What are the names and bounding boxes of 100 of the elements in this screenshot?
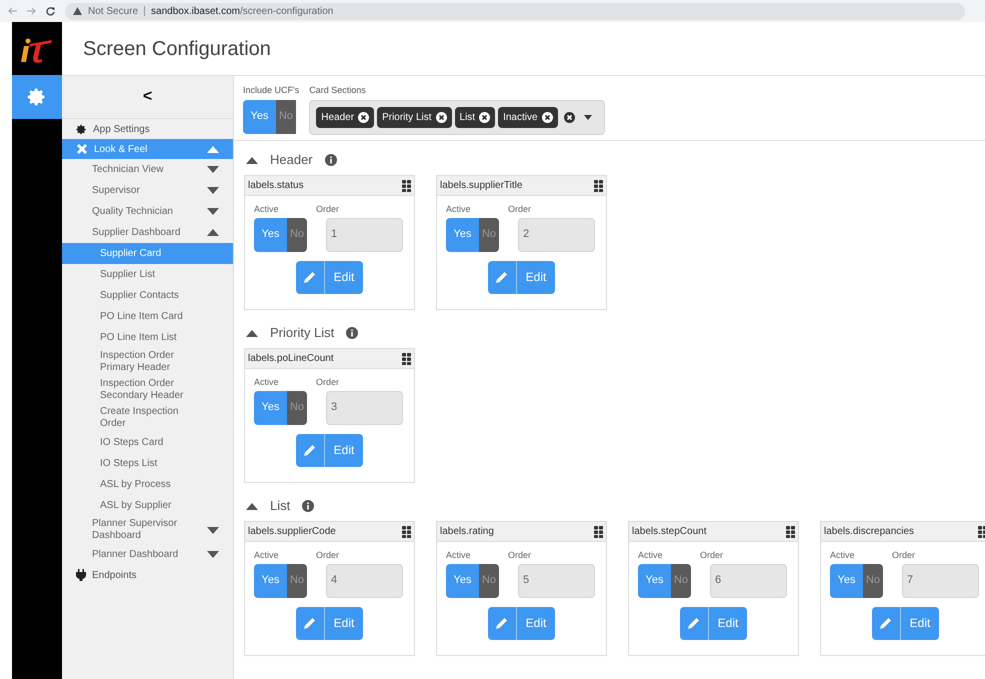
order-field[interactable]: 2 bbox=[518, 218, 595, 252]
address-bar[interactable]: Not Secure sandbox.ibaset.com/screen-configuration bbox=[65, 2, 965, 20]
active-label: Active bbox=[446, 203, 472, 216]
reload-icon[interactable] bbox=[46, 6, 55, 16]
active-label: Active bbox=[446, 549, 472, 562]
sidebar-item[interactable]: Supplier Contacts bbox=[62, 285, 233, 306]
caret-icon[interactable] bbox=[246, 156, 258, 164]
section-title: Header bbox=[270, 151, 313, 170]
drag-handle-icon[interactable] bbox=[402, 352, 411, 364]
sidebar-item[interactable]: PO Line Item List bbox=[62, 327, 233, 348]
edit-button[interactable]: Edit bbox=[296, 434, 363, 466]
order-field[interactable]: 7 bbox=[902, 564, 979, 598]
settings-tab[interactable] bbox=[12, 75, 62, 119]
caret-icon[interactable] bbox=[207, 229, 219, 236]
sidebar-item[interactable]: Endpoints bbox=[62, 565, 233, 585]
drag-handle-icon[interactable] bbox=[402, 526, 411, 538]
edit-button[interactable]: Edit bbox=[296, 260, 363, 294]
sidebar-item[interactable]: IO Steps Card bbox=[62, 432, 233, 453]
info-icon[interactable] bbox=[324, 154, 337, 166]
section-chip[interactable]: List bbox=[454, 106, 496, 128]
active-label: Active bbox=[254, 376, 280, 389]
sidebar-item[interactable]: App Settings bbox=[62, 119, 233, 139]
pencil-icon bbox=[880, 617, 892, 629]
collapse-button[interactable]: < bbox=[142, 85, 152, 109]
order-label: Order bbox=[700, 549, 724, 562]
order-field[interactable]: 3 bbox=[326, 390, 403, 424]
sidebar-item[interactable]: ASL by Supplier bbox=[62, 495, 233, 516]
sidebar-item[interactable]: Create Inspection Order bbox=[62, 404, 233, 432]
drag-handle-icon[interactable] bbox=[594, 180, 603, 192]
pencil-icon bbox=[688, 617, 700, 629]
drag-handle-icon[interactable] bbox=[978, 526, 985, 538]
clear-icon[interactable] bbox=[564, 112, 575, 122]
section-chip[interactable]: Header bbox=[316, 106, 374, 128]
order-label: Order bbox=[508, 203, 532, 216]
drag-handle-icon[interactable] bbox=[594, 526, 603, 538]
card-label: labels.discrepancies bbox=[824, 525, 914, 539]
caret-icon[interactable] bbox=[207, 208, 219, 215]
caret-icon[interactable] bbox=[246, 502, 258, 510]
pencil-icon bbox=[304, 617, 316, 629]
warning-icon bbox=[73, 7, 82, 15]
pencil-icon bbox=[496, 271, 508, 283]
edit-button[interactable]: Edit bbox=[488, 260, 555, 294]
active-label: Active bbox=[638, 549, 664, 562]
order-field[interactable]: 4 bbox=[326, 564, 403, 598]
caret-icon[interactable] bbox=[207, 166, 219, 173]
remove-icon[interactable] bbox=[436, 112, 447, 122]
remove-icon[interactable] bbox=[542, 112, 553, 122]
caret-icon[interactable] bbox=[207, 551, 219, 558]
caret-icon[interactable] bbox=[207, 187, 219, 194]
sidebar-item[interactable]: Supplier Dashboard bbox=[62, 222, 233, 243]
edit-button[interactable]: Edit bbox=[488, 606, 555, 640]
sidebar-item[interactable]: Supplier Card bbox=[62, 243, 233, 264]
sidebar-item[interactable]: Supervisor bbox=[62, 180, 233, 201]
sidebar-item[interactable]: Technician View bbox=[62, 159, 233, 180]
section-chip[interactable]: Inactive bbox=[498, 106, 558, 128]
card-label: labels.stepCount bbox=[632, 525, 706, 539]
tools-icon bbox=[76, 143, 88, 155]
pencil-icon bbox=[304, 444, 316, 456]
active-label: Active bbox=[254, 203, 280, 216]
remove-icon[interactable] bbox=[358, 112, 370, 122]
sidebar-item[interactable]: Planner Supervisor Dashboard bbox=[62, 516, 233, 544]
gear-icon bbox=[76, 124, 87, 134]
sidebar-item[interactable]: Look & Feel bbox=[62, 139, 233, 159]
info-icon[interactable] bbox=[302, 500, 314, 512]
section-chip[interactable]: Priority List bbox=[377, 106, 452, 128]
edit-button[interactable]: Edit bbox=[296, 606, 363, 640]
sidebar-item[interactable]: PO Line Item Card bbox=[62, 306, 233, 327]
info-icon[interactable] bbox=[346, 327, 358, 339]
card-label: labels.status bbox=[248, 179, 304, 193]
dropdown-caret-icon[interactable] bbox=[584, 114, 592, 120]
sidebar-item[interactable]: Inspection Order Primary Header bbox=[62, 348, 233, 376]
pencil-icon bbox=[304, 271, 316, 283]
order-field[interactable]: 6 bbox=[710, 564, 787, 598]
remove-icon[interactable] bbox=[479, 112, 490, 122]
card-label: labels.supplierCode bbox=[248, 525, 336, 539]
drag-handle-icon[interactable] bbox=[786, 526, 795, 538]
edit-button[interactable]: Edit bbox=[680, 606, 747, 640]
caret-icon[interactable] bbox=[246, 330, 258, 336]
sidebar-item[interactable]: IO Steps List bbox=[62, 453, 233, 474]
card-sections-select[interactable]: Header Priority List List Inactive bbox=[309, 100, 605, 134]
plug-icon bbox=[76, 569, 86, 581]
drag-handle-icon[interactable] bbox=[402, 180, 411, 192]
order-label: Order bbox=[892, 549, 916, 562]
caret-icon[interactable] bbox=[207, 526, 219, 534]
card-label: labels.rating bbox=[440, 525, 494, 539]
sidebar-item[interactable]: Planner Dashboard bbox=[62, 544, 233, 565]
sidebar-item[interactable]: Supplier List bbox=[62, 264, 233, 285]
pencil-icon bbox=[496, 617, 508, 629]
order-field[interactable]: 1 bbox=[326, 218, 403, 252]
sidebar-item[interactable]: ASL by Process bbox=[62, 474, 233, 495]
card-sections-label: Card Sections bbox=[309, 84, 367, 97]
sidebar-item[interactable]: Quality Technician bbox=[62, 201, 233, 222]
section-title: List bbox=[270, 497, 290, 516]
page-title: Screen Configuration bbox=[83, 36, 271, 62]
edit-button[interactable]: Edit bbox=[872, 606, 939, 640]
order-label: Order bbox=[508, 549, 532, 562]
order-field[interactable]: 5 bbox=[518, 564, 595, 598]
active-label: Active bbox=[830, 549, 856, 562]
sidebar-item[interactable]: Inspection Order Secondary Header bbox=[62, 376, 233, 404]
order-label: Order bbox=[316, 549, 340, 562]
